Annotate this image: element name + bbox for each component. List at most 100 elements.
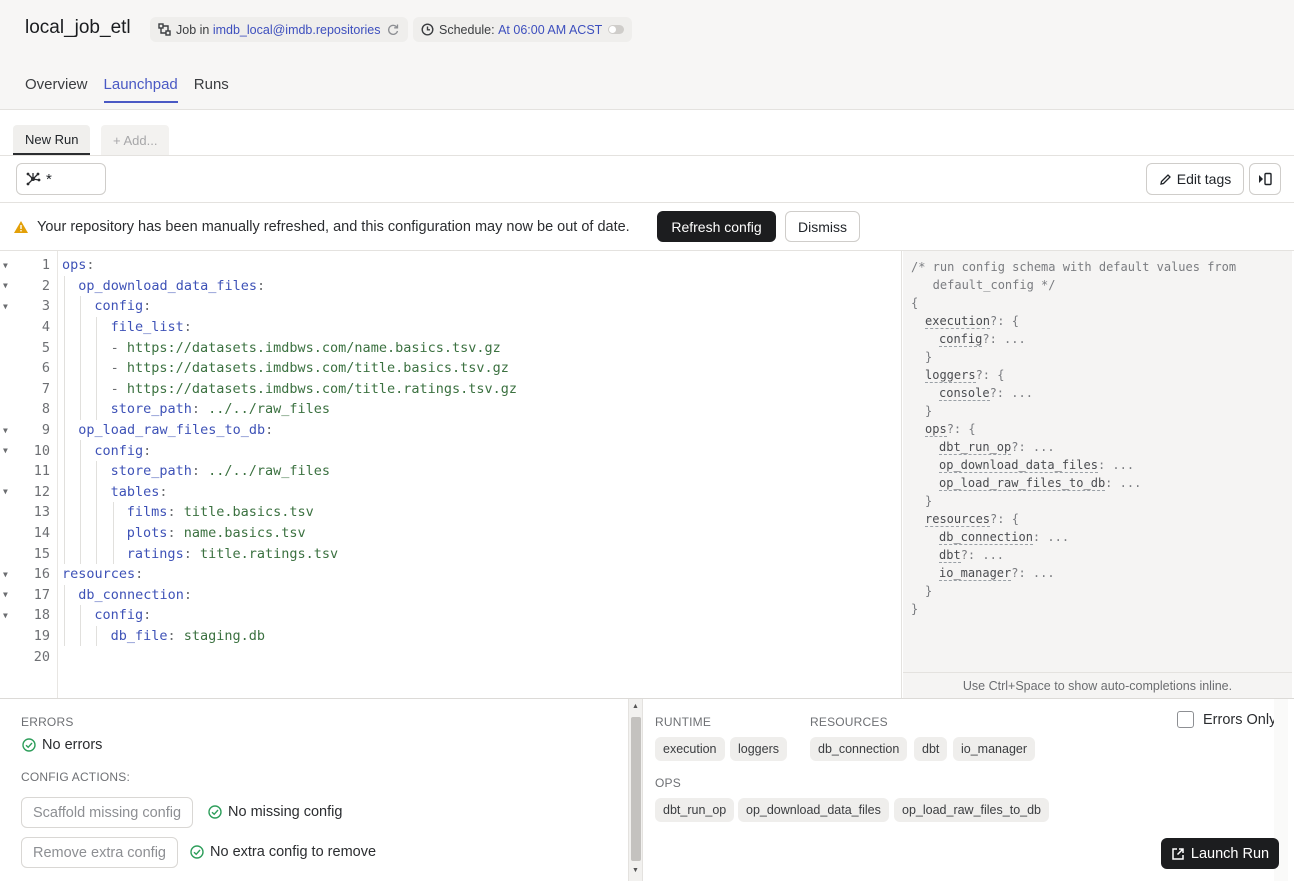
resource-pill-io-manager[interactable]: io_manager (953, 737, 1036, 761)
code-text: file_list: (111, 319, 192, 335)
schema-type: ?: ... (1011, 440, 1055, 454)
no-errors-status: No errors (22, 737, 102, 753)
schema-type: ?: { (975, 368, 1005, 382)
tab-runs[interactable]: Runs (194, 76, 229, 103)
code-line[interactable]: ▼ 16 resources: (0, 564, 902, 585)
yaml-separator: : (191, 463, 209, 480)
code-line[interactable]: 4 file_list: (0, 317, 902, 338)
schema-type: ?: ... (989, 386, 1033, 400)
code-text: resources: (62, 566, 143, 582)
yaml-value: https://datasets.imdbws.com/title.basics… (126, 360, 509, 377)
runtime-pill-execution[interactable]: execution (655, 737, 725, 761)
yaml-separator: : (265, 422, 274, 439)
line-number: 14 (33, 525, 50, 542)
yaml-key: config (94, 442, 144, 459)
code-line[interactable]: 20 (0, 646, 902, 667)
schema-line: ops?: { (925, 422, 976, 440)
schema-type: ?: { (990, 512, 1019, 526)
scrollbar-thumb[interactable] (631, 717, 641, 861)
line-number: 15 (33, 545, 50, 562)
list-dash: - (110, 360, 127, 377)
yaml-separator: : (86, 257, 95, 274)
code-line[interactable]: ▼ 12 tables: (0, 482, 902, 503)
code-line[interactable]: 7 - https://datasets.imdbws.com/title.rat… (0, 379, 902, 400)
page-header: local_job_etl Job in imdb_local@imdb.rep… (0, 0, 1294, 110)
line-number: 11 (33, 463, 50, 480)
line-number: 1 (41, 257, 50, 274)
refresh-config-button[interactable]: Refresh config (657, 211, 776, 242)
yaml-key: file_list (110, 319, 184, 336)
op-pill-download-data-files[interactable]: op_download_data_files (738, 798, 889, 822)
launch-run-button[interactable]: Launch Run (1161, 838, 1279, 869)
panel-toggle-icon (1259, 172, 1272, 186)
tab-launchpad[interactable]: Launchpad (103, 76, 178, 103)
schedule-link[interactable]: At 06:00 AM ACST (498, 23, 602, 37)
yaml-value: title.basics.tsv (183, 504, 314, 521)
schedule-toggle[interactable] (608, 25, 625, 34)
code-line[interactable]: ▼ 17 db_connection: (0, 585, 902, 606)
yaml-separator: : (135, 566, 144, 583)
code-line[interactable]: 19 db_file: staging.db (0, 626, 902, 647)
schema-key: db_connection (939, 530, 1033, 545)
schema-key: resources (925, 512, 991, 527)
errors-scrollbar[interactable]: ▲ ▼ (628, 699, 643, 881)
code-line[interactable]: 11 store_path: ../../raw_files (0, 461, 902, 482)
errors-only-label: Errors Only (1203, 711, 1277, 728)
errors-only-checkbox[interactable] (1177, 711, 1194, 728)
code-line[interactable]: ▼ 2 op_download_data_files: (0, 276, 902, 297)
session-tab-new-run[interactable]: New Run (13, 125, 91, 155)
code-line[interactable]: 5 - https://datasets.imdbws.com/name.basi… (0, 337, 902, 358)
code-line[interactable]: 14 plots: name.basics.tsv (0, 523, 902, 544)
schedule-chip: Schedule: At 06:00 AM ACST (413, 17, 633, 42)
line-number: 17 (33, 586, 50, 603)
schema-brace: } (925, 350, 933, 364)
yaml-value: staging.db (183, 628, 266, 645)
code-line[interactable]: ▼ 9 op_load_raw_files_to_db: (0, 420, 902, 441)
errors-only-toggle[interactable]: Errors Only (1177, 711, 1276, 728)
dismiss-button[interactable]: Dismiss (785, 211, 860, 242)
line-number: 4 (41, 319, 50, 336)
op-pill-dbt-run-op[interactable]: dbt_run_op (655, 798, 735, 822)
validation-panel: ERRORS No errors CONFIG ACTIONS: Scaffol… (0, 698, 1294, 881)
yaml-separator: : (183, 586, 192, 603)
schema-line: { (911, 296, 918, 314)
resource-pill-db-connection[interactable]: db_connection (810, 737, 908, 761)
yaml-separator: : (143, 607, 152, 624)
launch-run-label: Launch Run (1190, 845, 1270, 862)
schema-line: } (925, 404, 932, 422)
code-line[interactable]: 15 ratings: title.ratings.tsv (0, 543, 902, 564)
yaml-key: db_connection (78, 586, 184, 603)
edit-tags-button[interactable]: Edit tags (1146, 163, 1244, 195)
op-selector-input[interactable]: * (16, 163, 106, 195)
config-actions-heading: CONFIG ACTIONS: (21, 770, 131, 784)
line-number: 8 (41, 401, 50, 418)
schema-line: resources?: { (925, 512, 1019, 530)
code-line[interactable]: ▼ 1 ops: (0, 255, 902, 276)
schema-line: execution?: { (925, 314, 1019, 332)
code-line[interactable]: ▼ 10 config: (0, 440, 902, 461)
resource-pill-dbt[interactable]: dbt (914, 737, 948, 761)
code-line[interactable]: 13 films: title.basics.tsv (0, 502, 902, 523)
tab-overview[interactable]: Overview (25, 76, 88, 103)
code-text: config: (94, 298, 151, 314)
op-pill-load-raw-files[interactable]: op_load_raw_files_to_db (894, 798, 1049, 822)
warning-icon (14, 221, 28, 233)
code-line[interactable]: ▼ 3 config: (0, 296, 902, 317)
config-editor[interactable]: ▼ 1 ops: ▼ 2 op_download_data_files: ▼ 3 config:… (0, 251, 902, 698)
line-number: 12 (33, 483, 50, 500)
schema-key: loggers (925, 368, 976, 383)
toggle-schema-panel-button[interactable] (1249, 163, 1281, 195)
code-line[interactable]: ▼ 18 config: (0, 605, 902, 626)
op-graph-icon (26, 172, 41, 186)
remove-extra-config-button[interactable]: Remove extra config (21, 837, 178, 868)
scaffold-missing-config-button[interactable]: Scaffold missing config (21, 797, 194, 828)
repository-link[interactable]: imdb_local@imdb.repositories (213, 23, 381, 37)
code-line[interactable]: 6 - https://datasets.imdbws.com/title.bas… (0, 358, 902, 379)
line-number: 2 (41, 277, 50, 294)
reload-icon[interactable] (386, 23, 400, 37)
code-line[interactable]: 8 store_path: ../../raw_files (0, 399, 902, 420)
schema-key: execution (925, 314, 991, 329)
yaml-separator: : (183, 319, 192, 336)
runtime-pill-loggers[interactable]: loggers (730, 737, 787, 761)
add-session-button[interactable]: + Add... (101, 125, 170, 155)
